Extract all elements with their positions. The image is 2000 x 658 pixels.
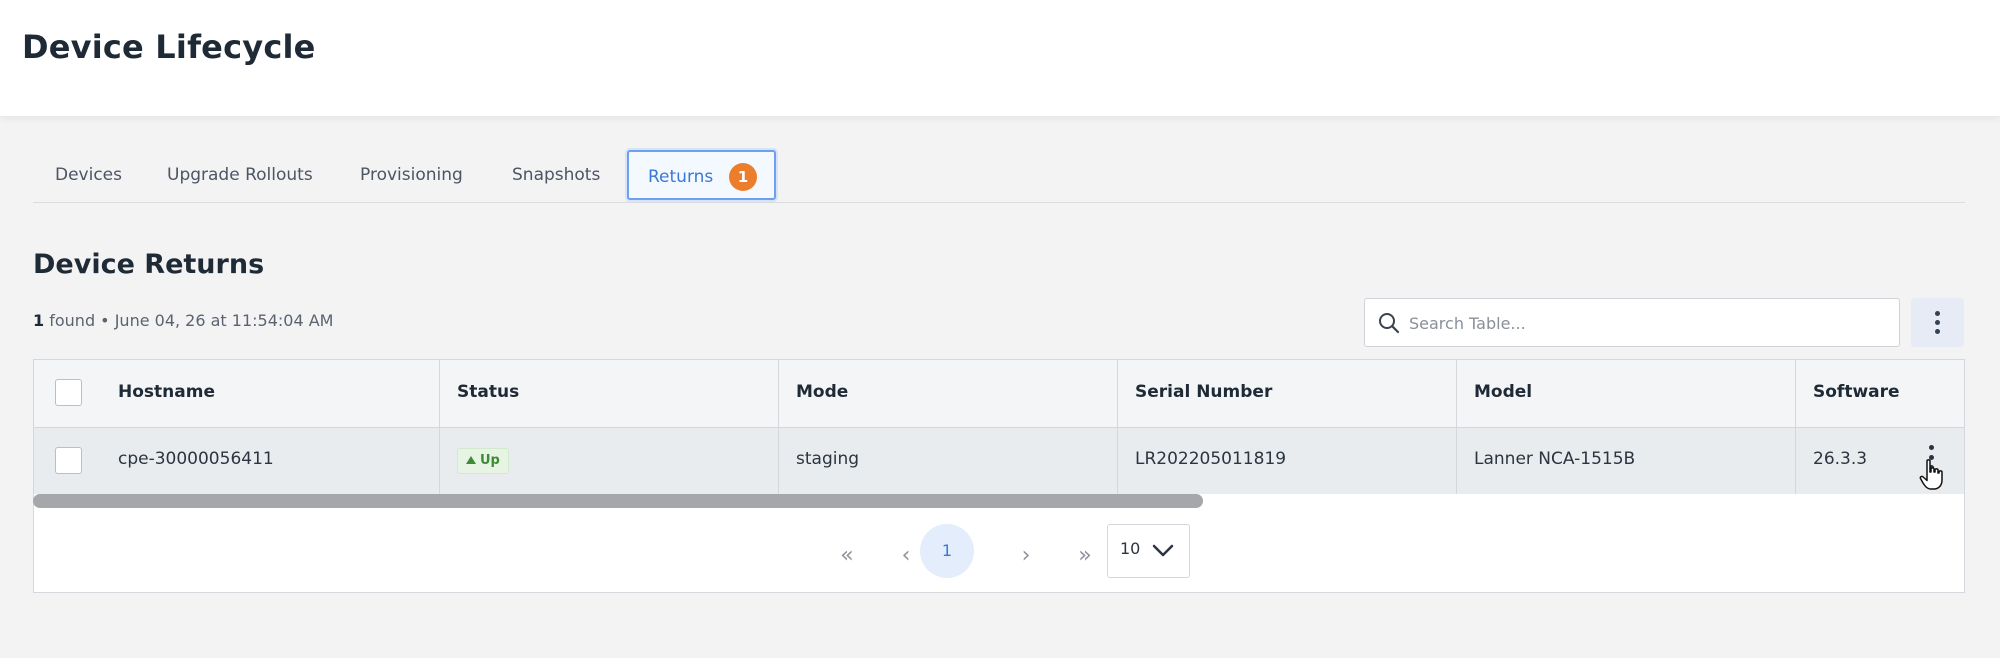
column-header-model[interactable]: Model: [1474, 382, 1532, 402]
header-cell-software: Software: [1796, 360, 1964, 427]
cell-serial: LR202205011819: [1118, 428, 1457, 494]
status-value: Up: [480, 453, 500, 468]
header-cell-hostname: Hostname: [34, 360, 440, 427]
cell-model: Lanner NCA-1515B: [1457, 428, 1796, 494]
next-page-button[interactable]: ›: [1006, 540, 1046, 574]
pagination: « ‹ › »: [34, 520, 1964, 592]
column-header-mode[interactable]: Mode: [796, 382, 848, 402]
tab-returns[interactable]: Returns 1: [627, 150, 776, 200]
column-header-software[interactable]: Software: [1813, 382, 1900, 402]
header-cell-serial: Serial Number: [1118, 360, 1457, 427]
page-header: Device Lifecycle: [0, 0, 2000, 116]
rows-per-page-select[interactable]: 10: [1107, 524, 1190, 578]
tab-returns-label: Returns: [648, 167, 714, 187]
chevron-down-icon: [1152, 544, 1174, 557]
search-input[interactable]: [1409, 307, 1889, 339]
result-summary: 1 found • June 04, 26 at 11:54:04 AM: [33, 311, 333, 330]
returns-count-badge: 1: [729, 163, 757, 191]
mode-value: staging: [796, 449, 860, 469]
status-badge: Up: [457, 448, 509, 474]
row-checkbox[interactable]: [55, 447, 82, 474]
model-value: Lanner NCA-1515B: [1474, 449, 1636, 469]
header-cell-model: Model: [1457, 360, 1796, 427]
result-count: 1: [33, 311, 45, 330]
cell-hostname: cpe-30000056411: [34, 428, 440, 494]
current-page-button[interactable]: 1: [920, 524, 974, 578]
search-box[interactable]: [1364, 298, 1900, 347]
first-page-button[interactable]: «: [827, 540, 867, 574]
software-value: 26.3.3: [1813, 449, 1868, 469]
result-timestamp: found • June 04, 26 at 11:54:04 AM: [49, 311, 334, 330]
header-cell-mode: Mode: [779, 360, 1118, 427]
tab-devices[interactable]: Devices: [55, 150, 122, 202]
table-header-row: Hostname Status Mode Serial Number Model…: [34, 360, 1964, 428]
last-page-button[interactable]: »: [1065, 540, 1105, 574]
tab-bar: Devices Upgrade Rollouts Provisioning Sn…: [33, 150, 1965, 203]
page-title: Device Lifecycle: [22, 28, 316, 66]
column-header-hostname[interactable]: Hostname: [118, 382, 215, 402]
table-row[interactable]: cpe-30000056411 Up staging LR20220501181…: [34, 428, 1964, 494]
column-header-serial-number[interactable]: Serial Number: [1135, 382, 1272, 402]
tab-snapshots[interactable]: Snapshots: [512, 150, 600, 202]
select-all-checkbox[interactable]: [55, 379, 82, 406]
column-header-status[interactable]: Status: [457, 382, 519, 402]
cell-status: Up: [440, 428, 779, 494]
rows-per-page-value: 10: [1120, 539, 1141, 558]
search-icon: [1379, 313, 1400, 334]
tab-upgrade-rollouts[interactable]: Upgrade Rollouts: [167, 150, 313, 202]
horizontal-scrollbar[interactable]: [33, 494, 1203, 508]
hostname-value[interactable]: cpe-30000056411: [118, 449, 274, 469]
serial-value: LR202205011819: [1135, 449, 1287, 469]
table-options-button[interactable]: [1911, 298, 1964, 347]
header-cell-status: Status: [440, 360, 779, 427]
returns-table: Hostname Status Mode Serial Number Model…: [33, 359, 1965, 593]
kebab-menu-icon: [1935, 311, 1940, 335]
cell-mode: staging: [779, 428, 1118, 494]
tab-provisioning[interactable]: Provisioning: [360, 150, 463, 202]
section-title: Device Returns: [33, 249, 265, 280]
hand-cursor-icon: [1919, 459, 1943, 490]
status-up-icon: [466, 456, 476, 464]
